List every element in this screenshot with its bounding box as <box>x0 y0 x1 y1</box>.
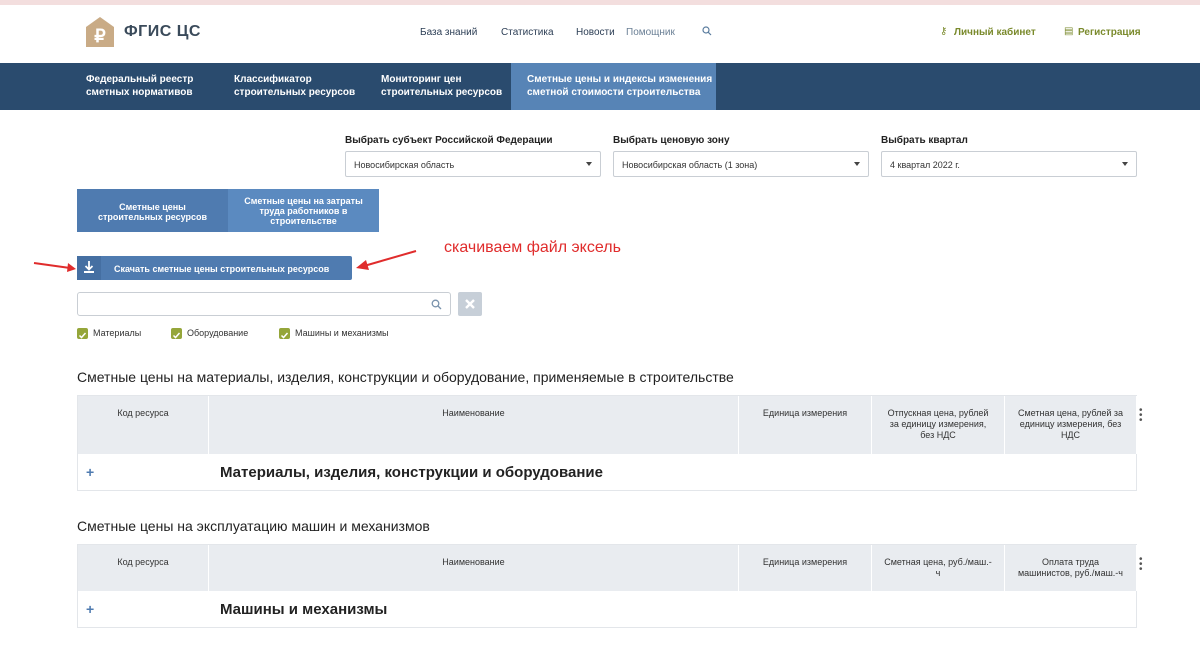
nav-news[interactable]: Новости <box>576 27 615 38</box>
arrow-right-icon <box>33 262 76 272</box>
section-title: Сметные цены на материалы, изделия, конс… <box>77 369 734 385</box>
expand-icon[interactable]: + <box>86 601 94 617</box>
column-header-line: за единицу измерения, <box>889 419 987 429</box>
clear-search-button[interactable] <box>458 292 482 316</box>
logo-title[interactable]: ФГИС ЦС <box>124 23 201 41</box>
region-select-value: Новосибирская область <box>354 160 455 170</box>
download-button-label: Скачать сметные цены строительных ресурс… <box>114 264 330 274</box>
column-header[interactable]: Сметная цена, руб./маш.- ч <box>872 545 1005 591</box>
column-header-line: НДС <box>1060 430 1081 440</box>
main-nav-item-line: сметных нормативов <box>86 87 193 98</box>
arrow-left-icon <box>356 250 417 270</box>
document-icon: ▤ <box>1064 26 1074 37</box>
main-nav-item-estimates[interactable]: Сметные цены и индексы изменения сметной… <box>527 73 712 99</box>
table-row: + Машины и механизмы <box>78 591 1136 627</box>
table-header: Код ресурса Наименование Единица измерен… <box>78 545 1143 591</box>
zone-select[interactable]: Новосибирская область (1 зона) <box>613 151 869 177</box>
main-nav-item-line: Сметные цены и индексы изменения <box>527 74 713 85</box>
quarter-label: Выбрать квартал <box>881 135 968 146</box>
column-header[interactable]: Сметная цена, рублей за единицу измерени… <box>1005 396 1137 454</box>
checkbox-label: Оборудование <box>187 328 249 338</box>
main-nav-item-line: Мониторинг цен <box>381 74 462 85</box>
group-title: Материалы, изделия, конструкции и оборуд… <box>220 464 603 481</box>
column-header-line: Отпускная цена, рублей <box>887 408 989 418</box>
nav-knowledge-base[interactable]: База знаний <box>420 27 477 38</box>
tab-label-line: Сметные цены на затраты <box>244 196 363 206</box>
main-nav-item-classifier[interactable]: Классификатор строительных ресурсов <box>234 73 355 99</box>
column-header[interactable]: Наименование <box>209 396 739 454</box>
site-header: ₽ ФГИС ЦС База знаний Статистика Новости… <box>0 5 1200 63</box>
annotation-text: скачиваем файл эксель <box>444 239 621 256</box>
nav-assistant[interactable]: Помощник <box>626 27 675 38</box>
main-nav-item-registry[interactable]: Федеральный реестр сметных нормативов <box>86 73 193 99</box>
main-nav-item-line: Классификатор <box>234 74 312 85</box>
svg-text:₽: ₽ <box>94 26 106 46</box>
account-link[interactable]: Личный кабинет <box>954 27 1036 38</box>
group-title: Машины и механизмы <box>220 601 388 618</box>
machines-table: Код ресурса Наименование Единица измерен… <box>77 544 1143 628</box>
column-header[interactable]: Единица измерения <box>739 396 872 454</box>
column-header-line: единицу измерения, без <box>1019 419 1122 429</box>
checkbox-materials[interactable] <box>77 328 88 339</box>
zone-select-value: Новосибирская область (1 зона) <box>622 160 758 170</box>
logo-icon[interactable]: ₽ <box>84 15 116 49</box>
checkbox-equipment[interactable] <box>171 328 182 339</box>
column-header-line: Сметная цена, руб./маш.- <box>884 557 992 567</box>
tab-labor-costs[interactable]: Сметные цены на затраты труда работников… <box>228 189 379 232</box>
tab-resource-prices[interactable]: Сметные цены строительных ресурсов <box>77 189 228 232</box>
column-header[interactable]: Оплата труда машинистов, руб./маш.-ч <box>1005 545 1137 591</box>
checkbox-label: Машины и механизмы <box>295 328 389 338</box>
checkbox-machines[interactable] <box>279 328 290 339</box>
chevron-down-icon <box>854 162 860 166</box>
column-header-line: без НДС <box>920 430 956 440</box>
table-row: + Материалы, изделия, конструкции и обор… <box>78 454 1136 490</box>
tab-label-line: строительстве <box>270 216 337 226</box>
main-nav: Федеральный реестр сметных нормативов Кл… <box>0 63 1200 110</box>
column-header[interactable]: Код ресурса <box>78 396 209 454</box>
main-nav-item-line: строительных ресурсов <box>381 87 503 98</box>
column-header-line: Оплата труда <box>1042 557 1099 567</box>
zone-label: Выбрать ценовую зону <box>613 135 730 146</box>
column-header-line: Сметная цена, рублей за <box>1017 408 1124 418</box>
quarter-select-value: 4 квартал 2022 г. <box>890 160 960 170</box>
checkbox-label: Материалы <box>93 328 142 338</box>
nav-statistics[interactable]: Статистика <box>501 27 554 38</box>
column-header[interactable]: Единица измерения <box>739 545 872 591</box>
section-title: Сметные цены на эксплуатацию машин и мех… <box>77 518 430 534</box>
table-header: Код ресурса Наименование Единица измерен… <box>78 396 1143 454</box>
column-header-line: машинистов, руб./маш.-ч <box>1017 568 1123 578</box>
expand-icon[interactable]: + <box>86 464 94 480</box>
search-icon[interactable] <box>431 299 442 310</box>
register-link[interactable]: Регистрация <box>1078 27 1141 38</box>
main-nav-item-line: Федеральный реестр <box>86 74 194 85</box>
key-icon: ⚷ <box>940 26 948 37</box>
more-options-icon[interactable]: • • • <box>1139 555 1143 575</box>
chevron-down-icon <box>586 162 592 166</box>
materials-table: Код ресурса Наименование Единица измерен… <box>77 395 1143 491</box>
column-header-line: ч <box>935 568 941 578</box>
search-input[interactable] <box>77 292 451 316</box>
column-header[interactable]: Код ресурса <box>78 545 209 591</box>
search-icon[interactable] <box>702 26 712 36</box>
main-nav-item-line: строительных ресурсов <box>234 87 356 98</box>
tab-label-line: труда работников в <box>259 206 348 216</box>
main-nav-item-line: сметной стоимости строительства <box>527 87 701 98</box>
tab-label-line: Сметные цены <box>119 202 186 212</box>
tab-label-line: строительных ресурсов <box>97 212 208 222</box>
region-label: Выбрать субъект Российской Федерации <box>345 135 553 146</box>
column-header[interactable]: Наименование <box>209 545 739 591</box>
download-button[interactable]: Скачать сметные цены строительных ресурс… <box>77 256 352 280</box>
region-select[interactable]: Новосибирская область <box>345 151 601 177</box>
more-options-icon[interactable]: • • • <box>1139 406 1143 426</box>
quarter-select[interactable]: 4 квартал 2022 г. <box>881 151 1137 177</box>
column-header[interactable]: Отпускная цена, рублей за единицу измере… <box>872 396 1005 454</box>
download-icon <box>77 256 101 280</box>
main-nav-item-monitoring[interactable]: Мониторинг цен строительных ресурсов <box>381 73 502 99</box>
chevron-down-icon <box>1122 162 1128 166</box>
close-icon <box>465 299 475 309</box>
